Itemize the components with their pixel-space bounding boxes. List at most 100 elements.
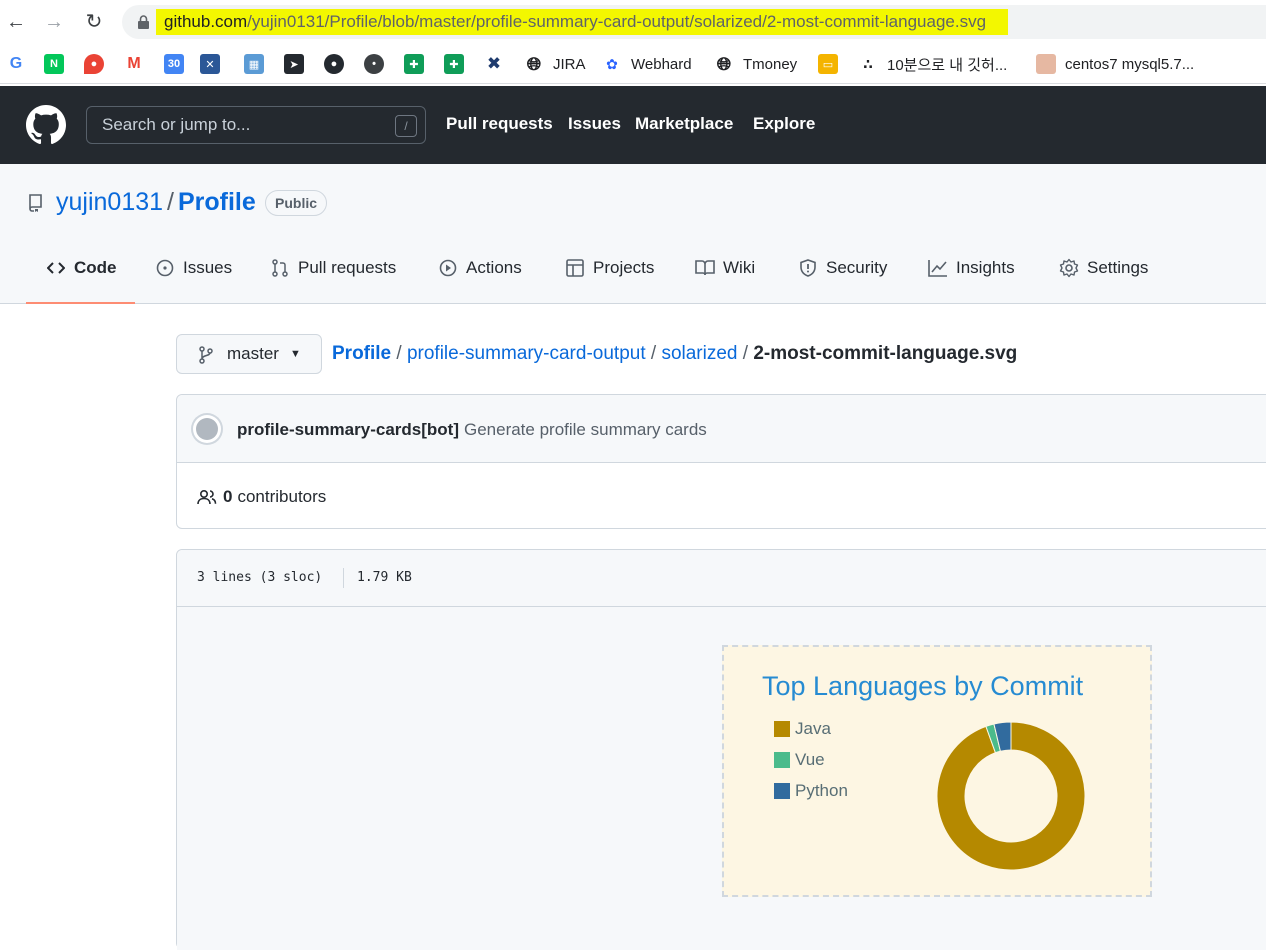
bookmark-label: JIRA — [553, 55, 586, 73]
back-arrow-icon[interactable]: ← — [4, 10, 28, 34]
bookmark-jira[interactable]: 🌐︎ JIRA — [524, 52, 586, 76]
search-input[interactable]: Search or jump to... / — [86, 106, 426, 144]
nav-marketplace[interactable]: Marketplace — [635, 114, 733, 134]
graph-icon — [928, 258, 948, 278]
google-icon: G — [9, 55, 23, 72]
slash-key-hint: / — [395, 115, 417, 137]
sheets-icon: ✚ — [444, 54, 464, 74]
bookmark[interactable]: ● — [84, 52, 104, 76]
github-header: Search or jump to... / Pull requests Iss… — [0, 86, 1266, 164]
bookmark[interactable]: N — [44, 52, 64, 76]
donut-chart — [936, 721, 1086, 871]
file-preview: Top Languages by Commit Java Vue Python — [177, 607, 1266, 950]
bookmark-centos[interactable]: centos7 mysql5.7... — [1036, 52, 1194, 76]
legend-swatch — [774, 752, 790, 768]
tab-label: Projects — [593, 258, 655, 277]
avatar[interactable] — [191, 413, 223, 445]
forward-arrow-icon[interactable]: → — [42, 10, 66, 34]
tab-pull-requests[interactable]: Pull requests — [270, 258, 396, 304]
tab-security[interactable]: Security — [798, 258, 887, 304]
visibility-badge: Public — [265, 190, 328, 216]
bookmark[interactable]: ▦ — [244, 52, 264, 76]
issue-icon — [155, 258, 175, 278]
nav-pull-requests[interactable]: Pull requests — [446, 114, 553, 134]
repo-name-link[interactable]: Profile — [178, 188, 256, 216]
legend-label: Java — [795, 719, 831, 738]
bookmark[interactable]: ✖ — [484, 52, 504, 76]
tab-code[interactable]: Code — [26, 258, 135, 304]
tab-label: Insights — [956, 258, 1015, 277]
feather-icon: ✿ — [606, 55, 618, 72]
tab-label: Actions — [466, 258, 522, 277]
branch-name: master — [227, 344, 279, 363]
dots-icon: ∴ — [863, 55, 873, 72]
url-text[interactable]: github.com/yujin0131/Profile/blob/master… — [156, 9, 1009, 35]
blob-icon: • — [364, 54, 384, 74]
tab-label: Issues — [183, 258, 233, 277]
commit-author-link[interactable]: profile-summary-cards[bot] — [237, 420, 459, 439]
nav-explore[interactable]: Explore — [753, 114, 815, 134]
bookmark[interactable]: ✚ — [444, 52, 464, 76]
legend-swatch — [774, 721, 790, 737]
bookmark[interactable]: ✕ — [200, 52, 220, 76]
tab-issues[interactable]: Issues — [155, 258, 232, 304]
url-omnibox[interactable]: github.com/yujin0131/Profile/blob/master… — [122, 5, 1266, 39]
sheets-icon: ✚ — [404, 54, 424, 74]
shield-icon — [798, 258, 818, 278]
legend-swatch — [774, 783, 790, 799]
face-icon — [1036, 54, 1056, 74]
bookmark[interactable]: 30 — [164, 52, 184, 76]
code-icon — [46, 258, 66, 278]
tab-wiki[interactable]: Wiki — [695, 258, 755, 304]
bookmark-label: centos7 mysql5.7... — [1065, 55, 1195, 73]
breadcrumb-separator: / — [396, 343, 402, 364]
breadcrumb-repo-link[interactable]: Profile — [332, 343, 391, 364]
file-lines-info: 3 lines (3 sloc) — [197, 570, 323, 585]
file-size: 1.79 KB — [357, 570, 412, 585]
tab-settings[interactable]: Settings — [1059, 258, 1148, 304]
bookmark[interactable]: G — [6, 52, 26, 76]
gear-icon — [1059, 258, 1079, 278]
tab-projects[interactable]: Projects — [565, 258, 654, 304]
bookmark-webhard[interactable]: ✿ Webhard — [602, 52, 691, 76]
bookmark[interactable]: ✚ — [404, 52, 424, 76]
git-branch-icon — [199, 346, 213, 364]
naver-icon: N — [44, 54, 64, 74]
url-host: github.com — [164, 12, 248, 31]
calendar-icon: 30 — [164, 54, 184, 74]
bookmark-tmoney[interactable]: 🌐︎ Tmoney — [714, 52, 797, 76]
repo-owner-link[interactable]: yujin0131 — [56, 188, 163, 216]
pull-request-icon — [270, 258, 290, 278]
bookmark[interactable]: ➤ — [284, 52, 304, 76]
bookmark-label: 10분으로 내 깃허... — [887, 56, 1008, 74]
breadcrumb-folder-link[interactable]: solarized — [661, 343, 737, 364]
people-icon — [197, 489, 217, 505]
branch-select-button[interactable]: master ▼ — [176, 334, 322, 374]
legend-label: Vue — [795, 750, 825, 769]
tab-label: Code — [74, 258, 117, 277]
caret-down-icon: ▼ — [290, 348, 301, 360]
commit-summary: profile-summary-cards[bot] Generate profi… — [237, 420, 707, 440]
bookmark[interactable]: • — [364, 52, 384, 76]
bookmark[interactable]: M — [124, 52, 144, 76]
url-path: /yujin0131/Profile/blob/master/profile-s… — [247, 12, 987, 31]
tab-label: Pull requests — [298, 258, 397, 277]
bookmark[interactable]: ▭ — [818, 52, 838, 76]
github-logo-icon[interactable] — [26, 105, 66, 145]
tab-insights[interactable]: Insights — [928, 258, 1015, 304]
bookmark-github-guide[interactable]: ∴ 10분으로 내 깃허... — [858, 52, 1007, 76]
contributors[interactable]: 0 contributors — [197, 487, 326, 507]
slides-icon: ▭ — [818, 54, 838, 74]
book-icon — [695, 258, 715, 278]
commit-message-link[interactable]: Generate profile summary cards — [464, 420, 707, 439]
tab-actions[interactable]: Actions — [438, 258, 522, 304]
tab-label: Settings — [1087, 258, 1149, 277]
breadcrumb-folder-link[interactable]: profile-summary-card-output — [407, 343, 646, 364]
play-icon — [438, 258, 458, 278]
tool-icon: ✖ — [486, 54, 502, 73]
tab-label: Wiki — [723, 258, 756, 277]
nav-issues[interactable]: Issues — [568, 114, 621, 134]
bookmark[interactable]: ● — [324, 52, 344, 76]
reload-icon[interactable]: ↻ — [82, 10, 106, 34]
contributors-count: 0 — [223, 487, 233, 506]
